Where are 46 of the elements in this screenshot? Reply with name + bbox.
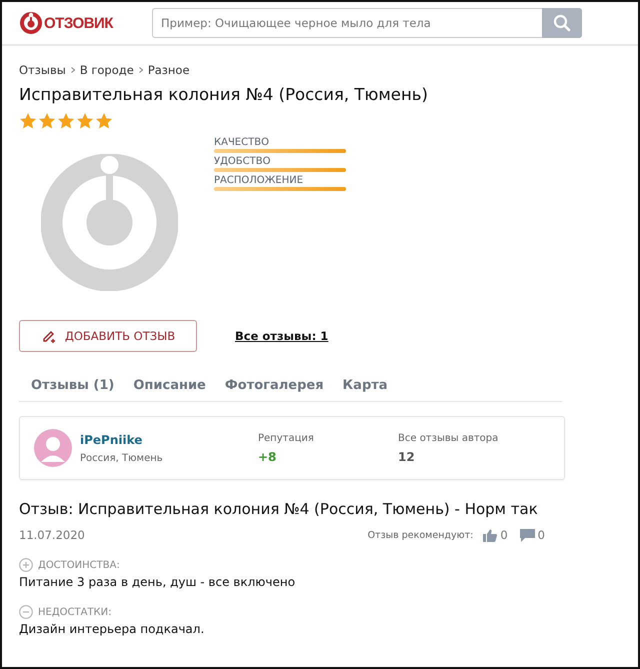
add-review-button[interactable]: ДОБАВИТЬ ОТЗЫВ bbox=[19, 320, 197, 352]
section-text: Питание 3 раза в день, душ - все включено bbox=[19, 575, 296, 589]
plus-circle-icon bbox=[19, 558, 33, 572]
tab[interactable]: Описание bbox=[133, 378, 206, 393]
star-icon bbox=[76, 112, 94, 130]
comment-icon bbox=[520, 528, 535, 542]
search-icon bbox=[553, 14, 571, 32]
avatar-icon bbox=[34, 429, 72, 467]
reviews-count-label: Все отзывы автора bbox=[398, 432, 498, 444]
tab[interactable]: Фотогалерея bbox=[224, 378, 324, 393]
section-label: НЕДОСТАТКИ: bbox=[38, 606, 112, 618]
breadcrumb-link[interactable]: Отзывы bbox=[19, 63, 66, 77]
like-button[interactable]: 0 bbox=[481, 528, 510, 542]
star-icon bbox=[19, 112, 37, 130]
chevron-icon bbox=[70, 67, 75, 73]
reputation-value: +8 bbox=[258, 450, 278, 464]
breadcrumb-link[interactable]: В городе bbox=[80, 63, 134, 77]
search-button[interactable] bbox=[542, 8, 582, 38]
criterion-label: УДОБСТВО bbox=[214, 156, 272, 167]
logo-icon bbox=[20, 12, 42, 34]
placeholder-logo-icon bbox=[41, 154, 178, 291]
criterion-label: РАСПОЛОЖЕНИЕ bbox=[214, 175, 304, 186]
all-reviews-link[interactable]: Все отзывы: 1 bbox=[235, 329, 328, 343]
section-text: Дизайн интерьера подкачал. bbox=[19, 622, 206, 636]
comments-button[interactable]: 0 bbox=[518, 528, 547, 542]
review-date: 11.07.2020 bbox=[19, 528, 85, 542]
reputation-label: Репутация bbox=[258, 432, 315, 444]
logo-text[interactable]: ОТЗОВИК bbox=[44, 14, 113, 32]
star-icon bbox=[38, 112, 56, 130]
search-field[interactable]: Пример: Очищающее черное мыло для тела bbox=[152, 8, 542, 38]
author-location: Россия, Тюмень bbox=[80, 452, 163, 464]
author-name-link[interactable]: iPePniike bbox=[80, 432, 163, 446]
star-icon bbox=[95, 112, 113, 130]
breadcrumb-link[interactable]: Разное bbox=[148, 63, 190, 77]
thumbs-up-icon bbox=[483, 528, 498, 542]
section-label: ДОСТОИНСТВА: bbox=[38, 560, 120, 570]
tab[interactable]: Отзывы (1) bbox=[31, 378, 114, 393]
star-icon bbox=[57, 112, 75, 130]
minus-circle-icon bbox=[19, 605, 33, 619]
chevron-icon bbox=[138, 67, 143, 73]
criterion-label: КАЧЕСТВО bbox=[214, 137, 270, 148]
review-title: Отзыв: Исправительная колония №4 (Россия, Тюмень) - Норм так bbox=[19, 500, 539, 518]
reviews-count-link[interactable]: 12 bbox=[398, 450, 498, 464]
recommend-label: Отзыв рекомендуют: bbox=[368, 530, 474, 540]
page-title: Исправительная колония №4 (Россия, Тюмень) bbox=[19, 85, 429, 104]
tab[interactable]: Карта bbox=[342, 378, 388, 393]
